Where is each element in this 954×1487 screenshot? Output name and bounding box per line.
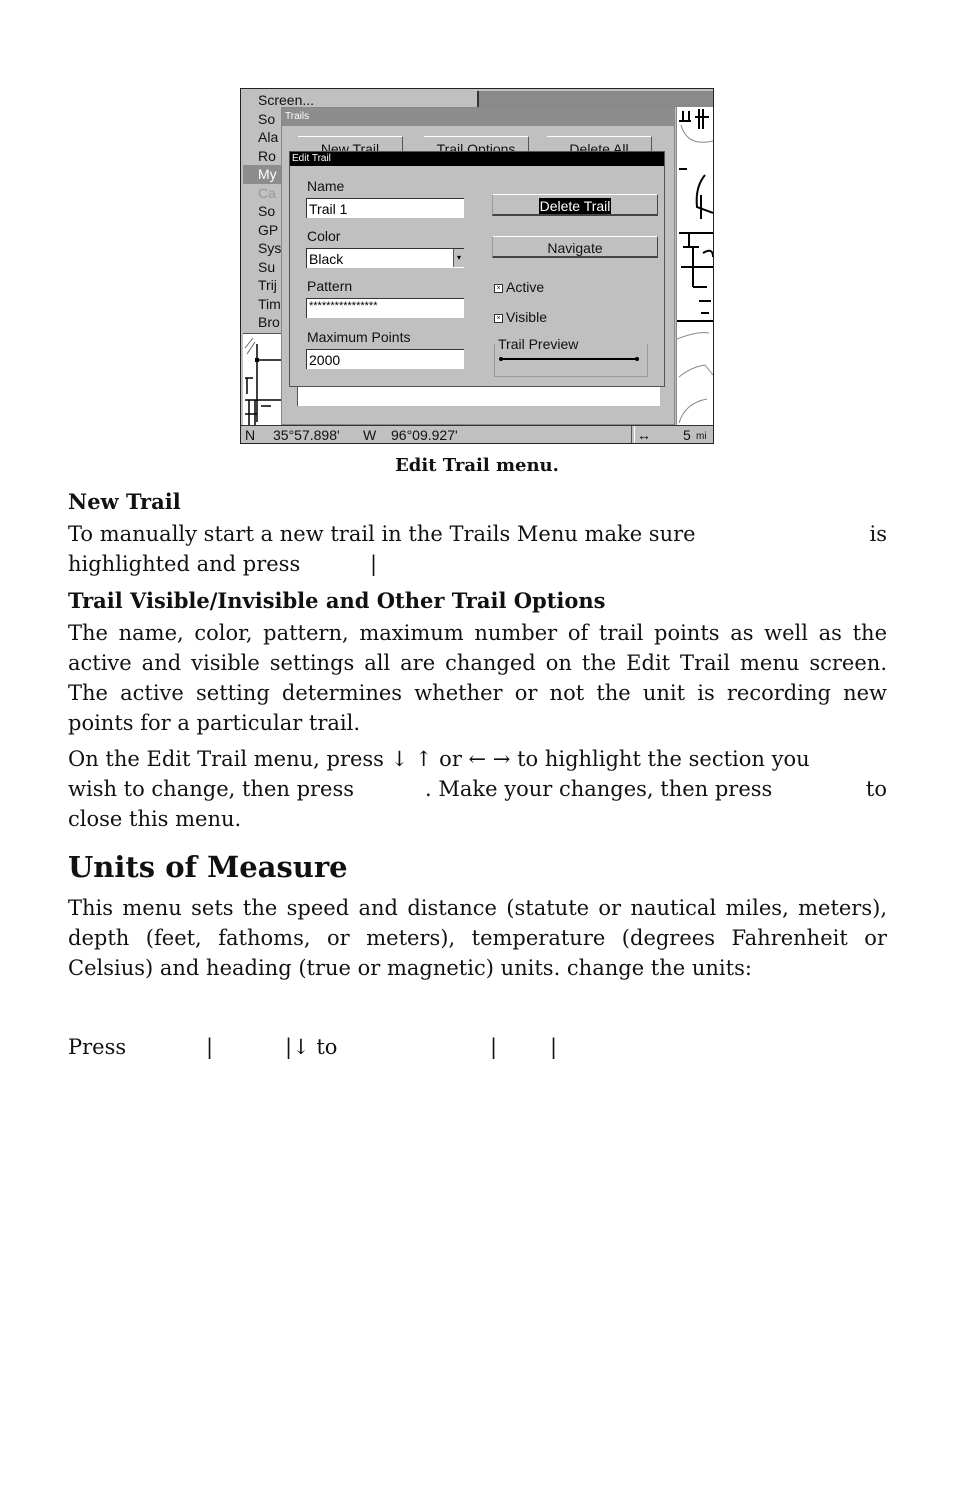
latitude-hemisphere: N — [245, 427, 256, 443]
map-lines — [244, 337, 283, 426]
figure-caption: Edit Trail menu. — [395, 455, 559, 476]
edit-trail-paragraph: On the Edit Trail menu, press ↓ ↑ or ← →… — [68, 744, 887, 834]
color-label: Color — [307, 228, 341, 244]
text-separator: | — [206, 1035, 214, 1059]
text-fragment: is — [869, 522, 888, 546]
color-dropdown[interactable]: Black ▾ — [306, 248, 464, 268]
max-points-input[interactable]: 2000 — [306, 349, 464, 369]
edit-trail-title: Edit Trail — [290, 152, 664, 166]
press-instruction-line: Press | |↓ to | | — [68, 1032, 887, 1062]
text-line: wish to change, then press — [68, 777, 355, 801]
longitude-hemisphere: W — [363, 427, 377, 443]
trails-list[interactable] — [297, 384, 660, 406]
color-value: Black — [309, 251, 344, 267]
trail-options-heading: Trail Visible/Invisible and Other Trail … — [68, 588, 606, 613]
text-line: highlighted and press — [68, 552, 301, 576]
gps-screen-figure: Screen... So Ala Ro My Ca So GP Sys Su T… — [240, 88, 714, 444]
map-lines — [676, 109, 713, 424]
name-input[interactable]: Trail 1 — [306, 198, 464, 218]
text-separator: | — [550, 1035, 558, 1059]
delete-trail-label: Delete Trail — [538, 198, 612, 214]
text-separator: | — [490, 1035, 498, 1059]
zoom-range-icon: ↔ — [637, 427, 651, 443]
text-line: To manually start a new trail in the Tra… — [68, 522, 696, 546]
pattern-label: Pattern — [307, 278, 353, 294]
status-divider — [631, 426, 635, 443]
scale-unit: mi — [696, 431, 707, 442]
text-fragment: Press — [68, 1035, 127, 1059]
trail-preview-label: Trail Preview — [498, 336, 582, 352]
name-label: Name — [307, 178, 345, 194]
text-fragment: to — [865, 777, 887, 801]
longitude-value: 96°09.927' — [391, 427, 458, 443]
map-view-right[interactable] — [676, 107, 713, 425]
visible-checkbox[interactable]: × Visible — [494, 309, 547, 325]
pattern-input[interactable]: **************** — [306, 298, 464, 318]
units-of-measure-heading: Units of Measure — [68, 850, 348, 884]
trail-options-paragraph: The name, color, pattern, maximum number… — [68, 621, 887, 735]
checkbox-checked-icon: × — [494, 314, 503, 323]
scale-value: 5 — [683, 427, 691, 443]
chevron-down-icon[interactable]: ▾ — [453, 249, 464, 267]
active-checkbox[interactable]: × Active — [494, 279, 544, 295]
units-paragraph: This menu sets the speed and distance (s… — [68, 896, 887, 980]
visible-label: Visible — [506, 309, 547, 325]
text-fragment: . Make your changes, then press — [425, 777, 773, 801]
latitude-value: 35°57.898' — [273, 427, 340, 443]
active-label: Active — [506, 279, 545, 295]
title-bar-strip — [477, 91, 713, 107]
status-bar: N 35°57.898' W 96°09.927' ↔ 5 mi — [241, 425, 713, 443]
new-trail-heading: New Trail — [68, 489, 181, 514]
map-view-left[interactable] — [243, 333, 283, 426]
new-trail-paragraph: To manually start a new trail in the Tra… — [68, 519, 887, 579]
delete-trail-button[interactable]: Delete Trail — [492, 194, 658, 216]
trails-window-title: Trails — [282, 108, 674, 126]
text-fragment: |↓ to — [285, 1035, 338, 1059]
text-separator: | — [370, 552, 378, 576]
text-line: close this menu. — [68, 807, 242, 831]
navigate-button[interactable]: Navigate — [492, 236, 658, 258]
text-line: On the Edit Trail menu, press ↓ ↑ or ← →… — [68, 747, 810, 771]
max-points-label: Maximum Points — [307, 329, 411, 345]
checkbox-checked-icon: × — [494, 284, 503, 293]
edit-trail-dialog: Edit Trail Name Trail 1 Color Black ▾ Pa… — [289, 151, 665, 387]
